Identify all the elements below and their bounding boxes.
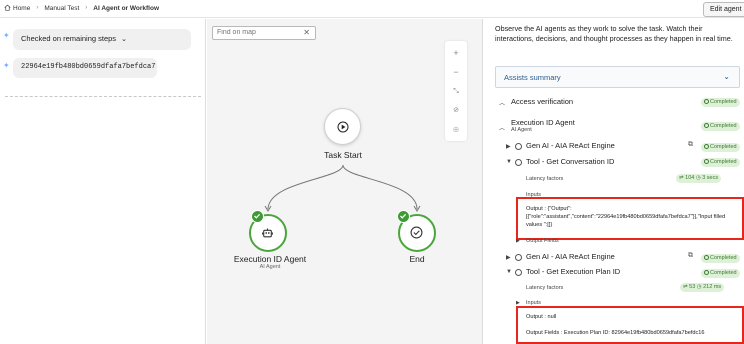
token-count: 104: [685, 175, 695, 181]
genai-step-row[interactable]: Gen AI - AIA ReAct Engine: [526, 141, 615, 150]
status-label: Completed: [710, 255, 737, 261]
execution-agent-row[interactable]: Execution ID Agent: [511, 118, 575, 127]
activity-panel: Observe the AI agents as they work to so…: [484, 19, 744, 344]
sparkle-icon: ✦: [3, 61, 10, 70]
status-badge: Completed: [701, 98, 740, 107]
sparkle-icon: ✦: [3, 31, 10, 40]
status-badge: Completed: [701, 143, 740, 152]
external-link-icon[interactable]: ⧉: [688, 141, 693, 149]
panel-intro: Observe the AI agents as they work to so…: [495, 24, 733, 43]
status-label: Completed: [710, 123, 737, 129]
breadcrumb-home-label: Home: [13, 5, 31, 12]
external-link-icon[interactable]: ⧉: [688, 252, 693, 260]
play-icon: [337, 121, 349, 133]
caret-down-icon[interactable]: ▼: [506, 269, 512, 275]
latency-label: Latency factors: [526, 285, 564, 291]
success-badge: [397, 210, 410, 223]
execution-agent-label: Execution ID Agent: [233, 254, 307, 264]
genai-step-row[interactable]: Gen AI - AIA ReAct Engine: [526, 252, 615, 261]
task-start-node[interactable]: [324, 108, 361, 145]
status-label: Completed: [710, 144, 737, 150]
breadcrumb-current: AI Agent or Workflow: [93, 4, 160, 12]
chevron-up-icon[interactable]: ︿: [499, 123, 505, 132]
step-status-chip[interactable]: Checked on remaining steps ⌄: [13, 29, 191, 50]
check-circle-icon: [515, 254, 522, 261]
latency-badge: ⇌ 53 ◷ 212 ms: [680, 283, 725, 292]
access-verification-row[interactable]: Access verification: [511, 97, 573, 106]
check-circle-icon: [515, 269, 522, 276]
execution-agent-sublabel: AI Agent: [259, 264, 281, 270]
output-fields-label[interactable]: Output Fields: [526, 238, 559, 244]
status-badge: Completed: [701, 269, 740, 278]
check-icon: [400, 213, 407, 219]
success-badge: [251, 210, 264, 223]
status-label: Completed: [710, 99, 737, 105]
step-status-label: Checked on remaining steps: [21, 34, 117, 43]
chevron-right-icon: ›: [36, 5, 39, 11]
status-badge: Completed: [701, 122, 740, 131]
edge-start-to-agent: [267, 164, 344, 210]
assists-summary-dropdown[interactable]: Assists summary ⌄: [495, 66, 740, 88]
status-label: Completed: [710, 159, 737, 165]
top-bar: Home › Manual Test › AI Agent or Workflo…: [0, 0, 744, 18]
execution-agent-type: AI Agent: [511, 127, 532, 133]
chevron-down-icon: ⌄: [121, 36, 128, 43]
assists-summary-label: Assists summary: [504, 73, 561, 82]
latency-time: 3 secs: [702, 175, 719, 181]
breadcrumb: Home › Manual Test › AI Agent or Workflo…: [4, 4, 159, 12]
chevron-up-icon[interactable]: ︿: [499, 98, 505, 107]
tool-conversation-row[interactable]: Tool - Get Conversation ID: [526, 157, 614, 166]
check-circle-icon: [515, 159, 522, 166]
left-panel: ✦ Checked on remaining steps ⌄ ✦ 22964e1…: [0, 19, 206, 344]
workflow-edges: [264, 164, 421, 212]
app-root: Home › Manual Test › AI Agent or Workflo…: [0, 0, 744, 344]
check-circle-icon: [410, 226, 423, 239]
tool-execution-plan-row[interactable]: Tool - Get Execution Plan ID: [526, 267, 620, 276]
end-label: End: [409, 254, 425, 264]
chevron-right-icon: ›: [85, 5, 88, 11]
latency-time: 212 ms: [703, 284, 722, 290]
robot-icon: [262, 228, 273, 238]
breadcrumb-manual-test[interactable]: Manual Test: [44, 5, 79, 12]
latency-label: Latency factors: [526, 176, 564, 182]
output-null: Output : null: [526, 314, 557, 320]
token-count: 53: [689, 284, 696, 290]
home-icon: [4, 4, 11, 11]
task-start-label: Task Start: [324, 150, 362, 160]
status-badge: Completed: [701, 254, 740, 263]
output-line: values ":[]}: [526, 222, 553, 228]
divider: [5, 96, 201, 97]
check-circle-icon: [515, 143, 522, 150]
edge-start-to-end: [342, 164, 418, 210]
caret-right-icon[interactable]: ▶: [506, 143, 511, 150]
breadcrumb-home[interactable]: Home: [4, 4, 30, 12]
chevron-down-icon: ⌄: [723, 72, 730, 81]
highlight-box: [516, 306, 744, 344]
execution-id-chip: 22964e19fb480bd0659dfafa7befdca7: [13, 58, 157, 78]
latency-badge: ⇌ 104 ◷ 3 secs: [676, 174, 722, 183]
status-label: Completed: [710, 270, 737, 276]
output-fields-line: Output Fields : Execution Plan ID: 82964…: [526, 330, 705, 336]
output-line: [{"role":"assistant","content":"22964e19…: [526, 214, 726, 220]
edit-agent-button[interactable]: Edit agent: [703, 2, 744, 17]
workflow-canvas[interactable]: ✕ + − ⤡ ⊘ ⊕ Task Start Execution ID Agen…: [207, 19, 483, 344]
caret-right-icon[interactable]: ▶: [506, 254, 511, 261]
check-icon: [254, 213, 261, 219]
caret-right-icon[interactable]: ▶: [516, 238, 520, 244]
status-badge: Completed: [701, 158, 740, 167]
caret-down-icon[interactable]: ▼: [506, 159, 512, 165]
